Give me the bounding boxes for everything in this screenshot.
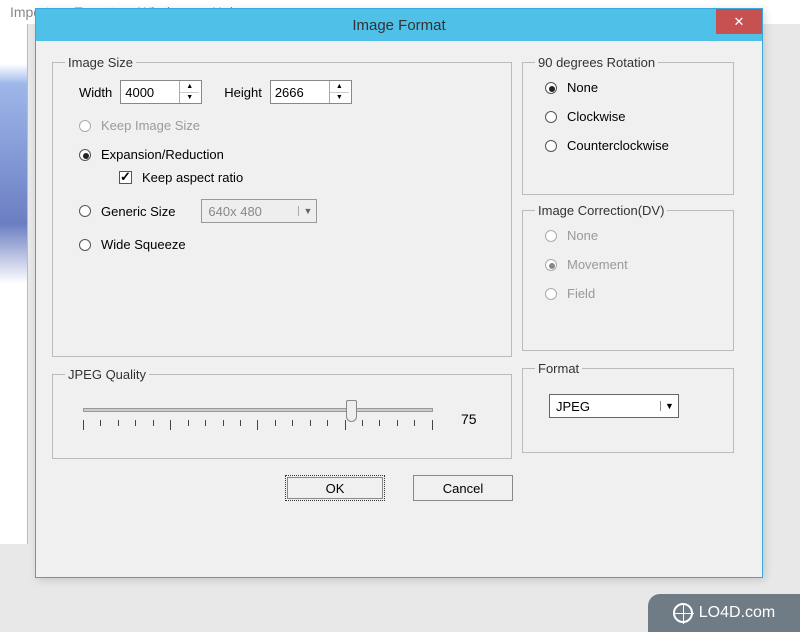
generic-size-value: 640x 480 xyxy=(202,204,298,219)
jpeg-quality-group: JPEG Quality xyxy=(52,367,512,459)
rotation-cw-radio[interactable]: Clockwise xyxy=(535,109,721,124)
keep-aspect-checkbox[interactable]: Keep aspect ratio xyxy=(65,170,499,185)
image-size-legend: Image Size xyxy=(65,55,136,70)
radio-icon xyxy=(79,205,91,217)
keep-image-size-radio: Keep Image Size xyxy=(65,118,499,133)
correction-field-label: Field xyxy=(567,286,595,301)
format-group: Format JPEG ▼ xyxy=(522,361,734,453)
slider-ticks xyxy=(83,420,433,430)
rotation-cw-label: Clockwise xyxy=(567,109,626,124)
chevron-down-icon: ▼ xyxy=(660,401,678,411)
dialog-title: Image Format xyxy=(352,17,445,34)
globe-icon xyxy=(673,603,693,623)
correction-group: Image Correction(DV) None Movement Field xyxy=(522,203,734,351)
width-up-icon[interactable]: ▲ xyxy=(180,81,199,93)
radio-icon xyxy=(79,239,91,251)
checkbox-icon xyxy=(119,171,132,184)
watermark-text: LO4D.com xyxy=(699,604,775,622)
rotation-none-radio[interactable]: None xyxy=(535,80,721,95)
radio-icon xyxy=(545,259,557,271)
height-label: Height xyxy=(224,85,262,100)
image-size-group: Image Size Width ▲ ▼ Height xyxy=(52,55,512,357)
height-input[interactable] xyxy=(271,81,329,103)
jpeg-quality-legend: JPEG Quality xyxy=(65,367,149,382)
titlebar: Image Format ✕ xyxy=(36,9,762,41)
rotation-ccw-label: Counterclockwise xyxy=(567,138,669,153)
wide-squeeze-radio[interactable]: Wide Squeeze xyxy=(65,237,499,252)
radio-icon xyxy=(545,111,557,123)
correction-none-radio: None xyxy=(535,228,721,243)
radio-icon xyxy=(545,140,557,152)
height-up-icon[interactable]: ▲ xyxy=(330,81,349,93)
keep-aspect-label: Keep aspect ratio xyxy=(142,170,243,185)
close-button[interactable]: ✕ xyxy=(716,9,762,34)
height-spinbox[interactable]: ▲ ▼ xyxy=(270,80,352,104)
correction-movement-label: Movement xyxy=(567,257,628,272)
correction-none-label: None xyxy=(567,228,598,243)
background-sidebar xyxy=(0,24,28,544)
width-label: Width xyxy=(79,85,112,100)
generic-size-radio[interactable]: Generic Size 640x 480 ▼ xyxy=(65,199,499,223)
expansion-reduction-radio[interactable]: Expansion/Reduction xyxy=(65,147,499,162)
radio-icon xyxy=(79,149,91,161)
format-select[interactable]: JPEG ▼ xyxy=(549,394,679,418)
keep-image-size-label: Keep Image Size xyxy=(101,118,200,133)
format-value: JPEG xyxy=(550,399,660,414)
slider-track xyxy=(83,408,433,412)
format-legend: Format xyxy=(535,361,582,376)
rotation-group: 90 degrees Rotation None Clockwise Count… xyxy=(522,55,734,195)
image-format-dialog: Image Format ✕ Image Size Width ▲ ▼ xyxy=(35,8,763,578)
cancel-button[interactable]: Cancel xyxy=(413,475,513,501)
width-input[interactable] xyxy=(121,81,179,103)
correction-legend: Image Correction(DV) xyxy=(535,203,667,218)
correction-field-radio: Field xyxy=(535,286,721,301)
radio-icon xyxy=(545,230,557,242)
rotation-none-label: None xyxy=(567,80,598,95)
slider-thumb[interactable] xyxy=(346,400,357,422)
expansion-label: Expansion/Reduction xyxy=(101,147,224,162)
radio-icon xyxy=(545,82,557,94)
watermark: LO4D.com xyxy=(648,594,800,632)
jpeg-quality-slider[interactable] xyxy=(83,404,433,434)
generic-size-select: 640x 480 ▼ xyxy=(201,199,317,223)
width-down-icon[interactable]: ▼ xyxy=(180,93,199,104)
generic-size-label: Generic Size xyxy=(101,204,175,219)
correction-movement-radio: Movement xyxy=(535,257,721,272)
chevron-down-icon: ▼ xyxy=(298,206,316,216)
width-spinbox[interactable]: ▲ ▼ xyxy=(120,80,202,104)
radio-icon xyxy=(545,288,557,300)
ok-button[interactable]: OK xyxy=(285,475,385,501)
close-icon: ✕ xyxy=(734,14,745,30)
jpeg-quality-value: 75 xyxy=(461,411,477,427)
height-down-icon[interactable]: ▼ xyxy=(330,93,349,104)
wide-squeeze-label: Wide Squeeze xyxy=(101,237,186,252)
rotation-legend: 90 degrees Rotation xyxy=(535,55,658,70)
radio-icon xyxy=(79,120,91,132)
rotation-ccw-radio[interactable]: Counterclockwise xyxy=(535,138,721,153)
